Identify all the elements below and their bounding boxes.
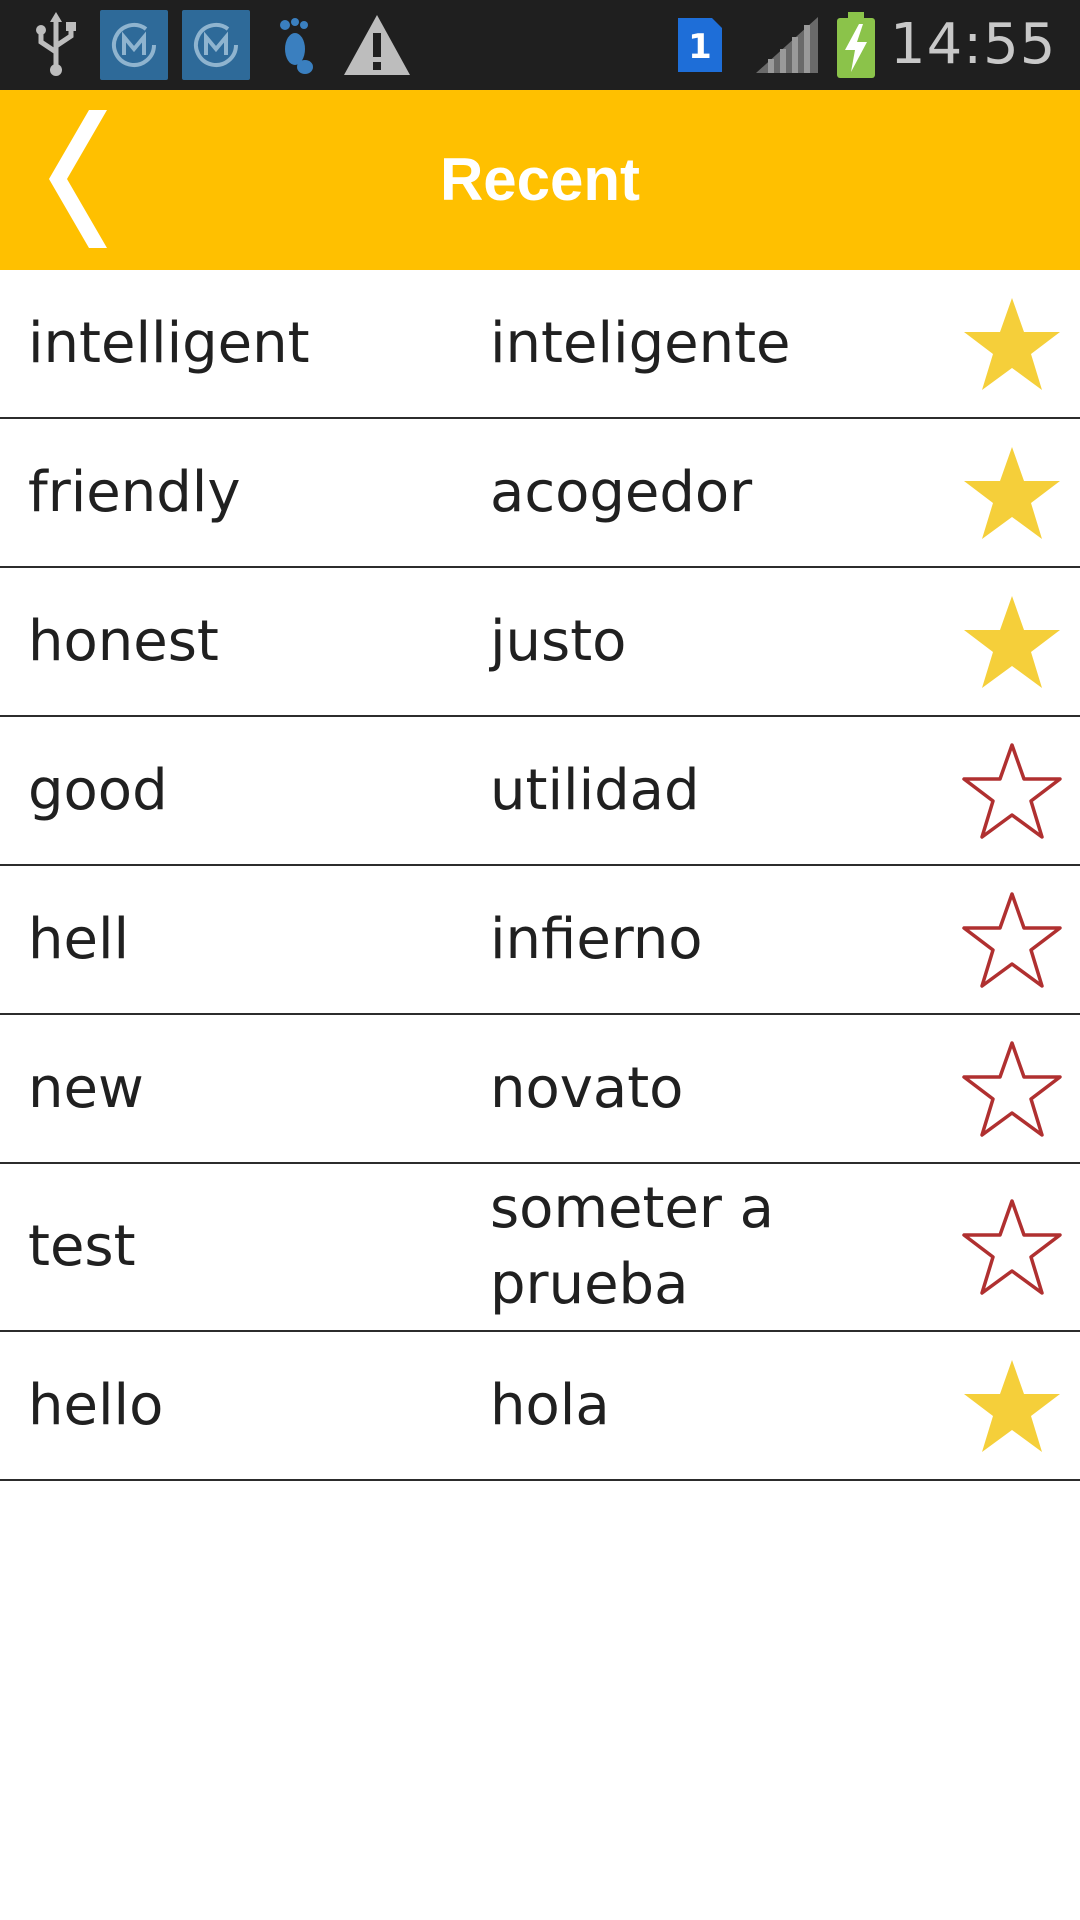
star-outline-icon[interactable] xyxy=(960,1037,1064,1141)
recent-word-list: intelligent inteligente friendly acogedor ho… xyxy=(0,270,1080,1481)
word-english: hell xyxy=(28,906,130,972)
list-item[interactable]: new novato xyxy=(0,1015,1080,1164)
word-english: good xyxy=(28,757,168,823)
page-title: Recent xyxy=(439,146,641,213)
sim-icon: 1 xyxy=(672,0,728,90)
list-item[interactable]: honest justo xyxy=(0,568,1080,717)
word-spanish: utilidad xyxy=(490,757,700,823)
chevron-left-icon xyxy=(49,110,107,248)
word-spanish: novato xyxy=(490,1055,684,1121)
status-bar: 1 14:55 xyxy=(0,0,1080,90)
list-item[interactable]: test someter a prueba xyxy=(0,1164,1080,1332)
star-filled-icon[interactable] xyxy=(960,590,1064,694)
usb-icon xyxy=(26,0,86,90)
word-spanish: justo xyxy=(490,608,627,674)
list-item[interactable]: hell infierno xyxy=(0,866,1080,1015)
battery-charging-icon xyxy=(832,0,880,90)
word-english: test xyxy=(28,1214,136,1279)
star-outline-icon[interactable] xyxy=(960,739,1064,843)
word-english: intelligent xyxy=(28,310,310,376)
word-spanish: someter a prueba xyxy=(490,1176,774,1317)
star-filled-icon[interactable] xyxy=(960,441,1064,545)
m-app-icon xyxy=(100,10,168,80)
star-filled-icon[interactable] xyxy=(960,292,1064,396)
word-spanish: hola xyxy=(490,1372,610,1438)
list-item[interactable]: hello hola xyxy=(0,1332,1080,1481)
back-button[interactable] xyxy=(30,104,130,254)
signal-icon xyxy=(752,0,822,90)
word-english: new xyxy=(28,1055,144,1121)
star-outline-icon[interactable] xyxy=(960,888,1064,992)
word-english: honest xyxy=(28,608,219,674)
word-spanish: inteligente xyxy=(490,310,791,376)
word-english: friendly xyxy=(28,459,241,525)
m-app-icon xyxy=(182,10,250,80)
list-item[interactable]: good utilidad xyxy=(0,717,1080,866)
sim-badge-number: 1 xyxy=(688,27,712,67)
list-item[interactable]: friendly acogedor xyxy=(0,419,1080,568)
star-filled-icon[interactable] xyxy=(960,1354,1064,1458)
star-outline-icon[interactable] xyxy=(960,1195,1064,1299)
word-english: hello xyxy=(28,1372,164,1438)
warning-icon xyxy=(340,0,414,90)
word-spanish: infierno xyxy=(490,906,703,972)
status-time: 14:55 xyxy=(890,12,1057,77)
list-item[interactable]: intelligent inteligente xyxy=(0,270,1080,419)
word-spanish: acogedor xyxy=(490,459,753,525)
footprint-icon xyxy=(268,0,328,90)
app-bar: Recent xyxy=(0,90,1080,270)
